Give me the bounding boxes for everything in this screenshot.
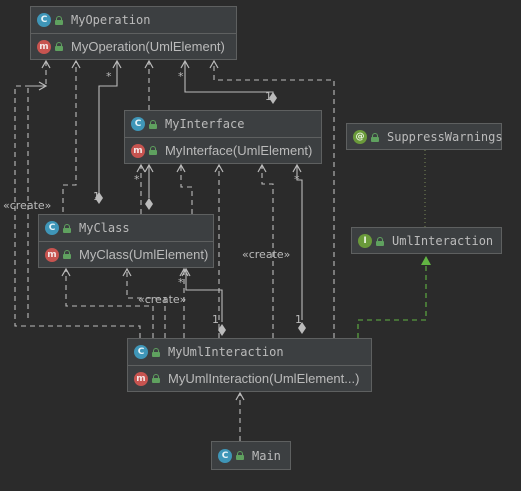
node-main[interactable]: C Main — [211, 441, 291, 470]
class-name: Main — [252, 448, 281, 463]
class-name: MyUmlInteraction — [168, 345, 284, 359]
annotation-icon: @ — [353, 130, 367, 144]
node-member: m MyInterface(UmlElement) — [125, 137, 321, 163]
class-icon: C — [131, 117, 145, 131]
node-header: I UmlInteraction — [352, 228, 501, 254]
create-edge — [176, 163, 193, 214]
multiplicity-star: * — [294, 173, 300, 186]
method-signature: MyUmlInteraction(UmlElement...) — [168, 371, 360, 386]
node-header: C MyClass — [39, 215, 213, 241]
class-icon: C — [45, 221, 59, 235]
lock-icon — [55, 42, 63, 51]
create-edge — [209, 59, 335, 338]
node-header: @ SuppressWarnings — [347, 124, 503, 150]
lock-icon — [63, 223, 71, 233]
lock-icon — [152, 347, 160, 357]
implements-edge — [357, 256, 431, 338]
association-edge — [292, 163, 303, 320]
create-label-right: «create» — [242, 248, 291, 261]
node-member: m MyUmlInteraction(UmlElement...) — [128, 365, 371, 391]
interface-name: UmlInteraction — [392, 234, 494, 248]
lock-icon — [63, 250, 71, 259]
multiplicity-one: 1 — [295, 313, 302, 326]
multiplicity-one: 1 — [212, 313, 219, 326]
interface-icon: I — [358, 234, 372, 248]
multiplicity-one: 1 — [265, 90, 272, 103]
multiplicity-star: * — [106, 70, 112, 83]
node-header: C MyOperation — [31, 7, 236, 33]
class-name: MyOperation — [71, 13, 151, 27]
node-uml-interaction[interactable]: I UmlInteraction — [351, 227, 502, 254]
node-header: C MyUmlInteraction — [128, 339, 371, 365]
composition-diamond — [145, 198, 153, 210]
class-name: MyClass — [79, 221, 130, 235]
method-signature: MyOperation(UmlElement) — [71, 39, 225, 54]
multiplicity-one: 1 — [93, 190, 100, 203]
node-my-uml-interaction[interactable]: C MyUmlInteraction m MyUmlInteraction(Um… — [127, 338, 372, 392]
node-header: C MyInterface — [125, 111, 321, 137]
node-my-operation[interactable]: C MyOperation m MyOperation(UmlElement) — [30, 6, 237, 60]
class-icon: C — [134, 345, 148, 359]
method-signature: MyInterface(UmlElement) — [165, 143, 313, 158]
multiplicity-star: * — [178, 276, 184, 289]
create-edge — [27, 59, 51, 318]
main-class-icon: C — [218, 448, 232, 463]
lock-icon — [149, 146, 157, 155]
lock-icon — [236, 451, 244, 460]
multiplicity-star: * — [134, 173, 140, 186]
lock-icon — [371, 132, 379, 142]
lock-icon — [55, 15, 63, 25]
node-suppress-warnings[interactable]: @ SuppressWarnings — [346, 123, 503, 150]
class-icon: C — [37, 13, 51, 27]
method-icon: m — [45, 247, 59, 262]
method-icon: m — [37, 39, 51, 54]
node-member: m MyClass(UmlElement) — [39, 241, 213, 267]
node-member: m MyOperation(UmlElement) — [31, 33, 236, 59]
node-my-interface[interactable]: C MyInterface m MyInterface(UmlElement) — [124, 110, 322, 164]
method-icon: m — [134, 371, 148, 386]
create-label-middle: «create» — [138, 293, 187, 306]
multiplicity-star: * — [178, 70, 184, 83]
method-signature: MyClass(UmlElement) — [79, 247, 209, 262]
lock-icon — [376, 236, 384, 246]
class-name: MyInterface — [165, 117, 245, 131]
lock-icon — [149, 119, 157, 129]
lock-icon — [152, 374, 160, 383]
create-label-left: «create» — [3, 199, 52, 212]
node-header: C Main — [212, 442, 290, 469]
create-edge — [14, 81, 141, 338]
annotation-name: SuppressWarnings — [387, 130, 503, 144]
method-icon: m — [131, 143, 145, 158]
create-edge — [62, 59, 81, 212]
node-my-class[interactable]: C MyClass m MyClass(UmlElement) — [38, 214, 214, 268]
